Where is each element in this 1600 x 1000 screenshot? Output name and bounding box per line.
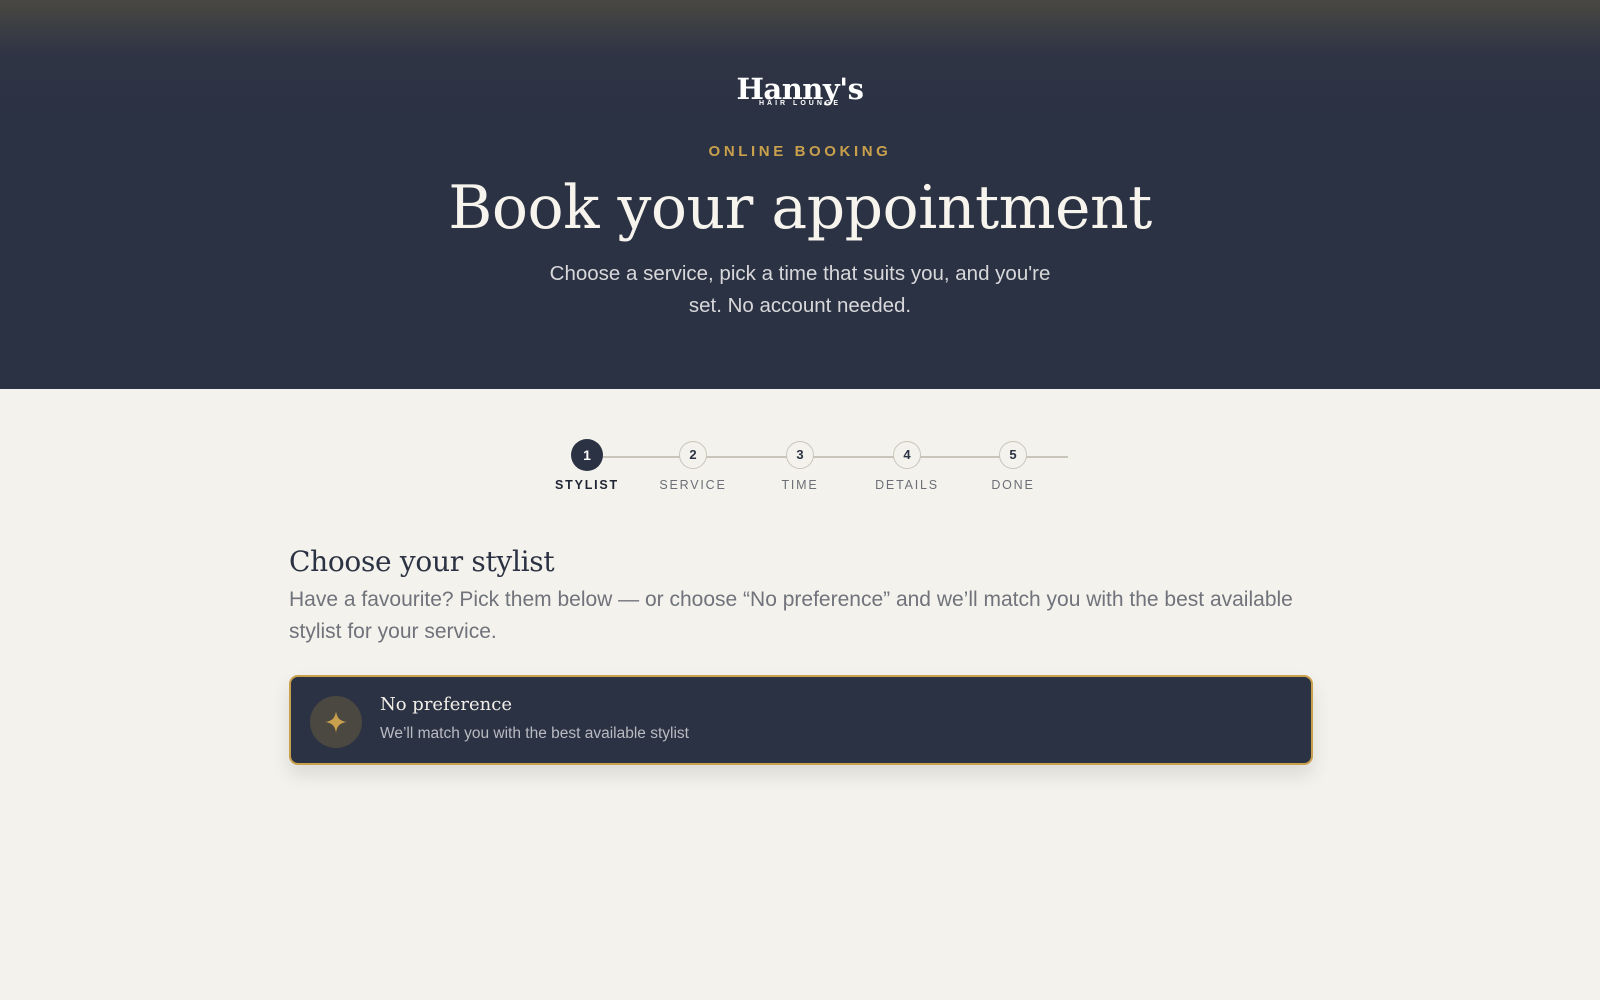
- option-subtitle: We’ll match you with the best available …: [380, 725, 689, 742]
- brand-logo[interactable]: Hanny's HAIR LOUNGE: [0, 74, 1600, 108]
- step-label: STYLIST: [555, 478, 619, 492]
- step-stylist[interactable]: 1 STYLIST: [527, 439, 647, 492]
- step-label: SERVICE: [659, 478, 727, 492]
- step-done[interactable]: 5 DONE: [953, 441, 1073, 492]
- step-details[interactable]: 4 DETAILS: [847, 441, 967, 492]
- hero-banner: Hanny's HAIR LOUNGE ONLINE BOOKING Book …: [0, 0, 1600, 389]
- step-number: 2: [679, 441, 707, 469]
- booking-stepper: 1 STYLIST 2 SERVICE 3 TIME 4 DETAILS 5 D…: [0, 439, 1600, 501]
- step-service[interactable]: 2 SERVICE: [633, 441, 753, 492]
- step-number: 1: [571, 439, 603, 471]
- step-time[interactable]: 3 TIME: [740, 441, 860, 492]
- option-title: No preference: [380, 694, 512, 715]
- step-number: 3: [786, 441, 814, 469]
- step-label: TIME: [781, 478, 819, 492]
- step-label: DONE: [991, 478, 1035, 492]
- step-number: 5: [999, 441, 1027, 469]
- sparkle-icon: [310, 696, 362, 748]
- hero-subtitle: Choose a service, pick a time that suits…: [549, 262, 1051, 317]
- step-label: DETAILS: [875, 478, 939, 492]
- page-title: Book your appointment: [448, 173, 1152, 243]
- brand-tagline: HAIR LOUNGE: [759, 100, 841, 107]
- step-number: 4: [893, 441, 921, 469]
- hero-eyebrow: ONLINE BOOKING: [708, 143, 892, 160]
- no-preference-option[interactable]: No preference We’ll match you with the b…: [289, 675, 1313, 765]
- section-description: Have a favourite? Pick them below — or c…: [289, 588, 1293, 643]
- section-title: Choose your stylist: [289, 545, 555, 578]
